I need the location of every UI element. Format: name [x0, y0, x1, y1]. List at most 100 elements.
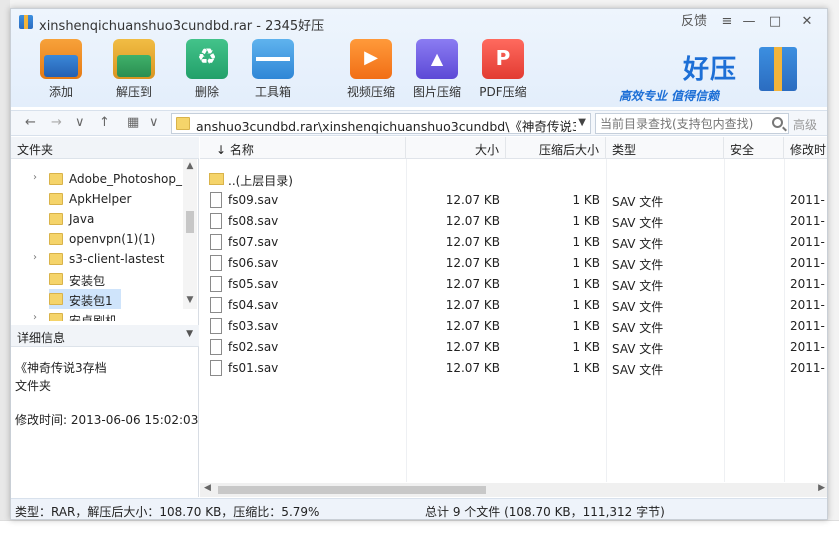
file-name: fs06.sav	[228, 256, 279, 270]
maximize-button[interactable]: □	[765, 13, 785, 31]
scroll-left-icon[interactable]: ◀	[204, 483, 211, 493]
brand-logo: 好压	[683, 55, 738, 85]
file-modified: 2011-	[790, 361, 825, 375]
tree-item-s3-client[interactable]: › s3-client-lastest	[11, 249, 183, 269]
tree-item-label: openvpn(1)(1)	[69, 232, 156, 246]
table-row[interactable]: fs05.sav 12.07 KB 1 KB SAV 文件 2011-	[200, 274, 827, 295]
video-compress-button[interactable]: 视频压缩	[341, 39, 401, 100]
scrollbar-thumb[interactable]	[186, 211, 194, 233]
file-type: SAV 文件	[612, 258, 664, 272]
folder-icon	[49, 293, 63, 305]
archive-info: 类型：RAR，解压后大小：108.70 KB，压缩比：5.79%	[15, 505, 320, 519]
file-icon	[210, 318, 222, 334]
extract-label: 解压到	[115, 85, 152, 99]
horizontal-scrollbar[interactable]: ◀ ▶	[200, 483, 827, 497]
tree-item-installers-1[interactable]: 安装包1	[49, 289, 121, 309]
add-label: 添加	[48, 85, 73, 99]
scroll-up-icon[interactable]: ▲	[183, 161, 197, 171]
pdf-compress-label: PDF压缩	[479, 85, 527, 99]
left-pane: 文件夹 › Adobe_Photoshop_ ApkHelper Java op…	[11, 137, 199, 497]
history-dropdown-icon[interactable]: ∨	[75, 115, 85, 130]
scrollbar-thumb[interactable]	[218, 486, 486, 494]
feedback-link[interactable]: 反馈	[679, 13, 709, 31]
file-name: fs04.sav	[228, 298, 279, 312]
menu-icon[interactable]: ≡	[717, 13, 737, 31]
image-compress-icon	[416, 39, 458, 79]
tree-item-adobe-photoshop[interactable]: › Adobe_Photoshop_	[11, 169, 183, 189]
delete-button[interactable]: 删除	[177, 39, 237, 100]
column-header-security[interactable]: 安全	[724, 137, 784, 159]
table-row[interactable]: fs08.sav 12.07 KB 1 KB SAV 文件 2011-	[200, 211, 827, 232]
path-field[interactable]: anshuo3cundbd.rar\xinshenqichuanshuo3cun…	[171, 113, 591, 134]
table-row[interactable]: fs02.sav 12.07 KB 1 KB SAV 文件 2011-	[200, 337, 827, 358]
file-size: 12.07 KB	[445, 277, 500, 291]
file-packed-size: 1 KB	[572, 214, 600, 228]
view-mode-icon[interactable]: ▦	[127, 115, 139, 130]
search-icon[interactable]	[772, 117, 783, 128]
video-compress-label: 视频压缩	[346, 85, 395, 99]
image-compress-label: 图片压缩	[412, 85, 461, 99]
table-row[interactable]: fs06.sav 12.07 KB 1 KB SAV 文件 2011-	[200, 253, 827, 274]
column-header-type[interactable]: 类型	[606, 137, 724, 159]
file-type: SAV 文件	[612, 300, 664, 314]
file-modified: 2011-	[790, 277, 825, 291]
file-modified: 2011-	[790, 193, 825, 207]
toolbox-button[interactable]: 工具箱	[243, 39, 303, 100]
file-packed-size: 1 KB	[572, 298, 600, 312]
tree-item-openvpn[interactable]: openvpn(1)(1)	[11, 229, 183, 249]
path-dropdown-icon[interactable]: ▼	[578, 117, 586, 128]
file-packed-size: 1 KB	[572, 340, 600, 354]
close-button[interactable]: ✕	[797, 13, 817, 31]
file-size: 12.07 KB	[445, 235, 500, 249]
expand-arrow-icon[interactable]: ›	[33, 252, 37, 263]
file-list: ↓ 名称 大小 压缩后大小 类型 安全 修改时 ..(上层目录) fs09.sa…	[200, 137, 827, 497]
table-row[interactable]: fs09.sav 12.07 KB 1 KB SAV 文件 2011-	[200, 190, 827, 211]
view-mode-dropdown-icon[interactable]: ∨	[149, 115, 159, 130]
file-size: 12.07 KB	[445, 193, 500, 207]
folder-icon	[49, 273, 63, 285]
detail-name: 《神奇传说3存档	[15, 361, 107, 375]
pdf-compress-button[interactable]: PDF压缩	[473, 39, 533, 100]
path-text: anshuo3cundbd.rar\xinshenqichuanshuo3cun…	[196, 119, 576, 134]
tree-item-label: s3-client-lastest	[69, 252, 165, 266]
table-row[interactable]: fs07.sav 12.07 KB 1 KB SAV 文件 2011-	[200, 232, 827, 253]
file-size: 12.07 KB	[445, 319, 500, 333]
column-header-modified[interactable]: 修改时	[784, 137, 827, 159]
tree-item-installers[interactable]: 安装包	[11, 269, 183, 289]
forward-icon[interactable]: →	[51, 115, 62, 130]
window-title: xinshenqichuanshuo3cundbd.rar - 2345好压	[39, 19, 325, 34]
table-row[interactable]: fs03.sav 12.07 KB 1 KB SAV 文件 2011-	[200, 316, 827, 337]
extract-button[interactable]: 解压到	[104, 39, 164, 100]
tree-scrollbar[interactable]: ▲ ▼	[183, 159, 197, 309]
column-header-size[interactable]: 大小	[406, 137, 506, 159]
column-header-packed-size[interactable]: 压缩后大小	[506, 137, 606, 159]
details-collapse-icon[interactable]: ▼	[186, 329, 193, 339]
details-header-label: 详细信息	[17, 331, 66, 345]
add-button[interactable]: 添加	[31, 39, 91, 100]
parent-directory-row[interactable]: ..(上层目录)	[200, 169, 827, 190]
tree-item-java[interactable]: Java	[11, 209, 183, 229]
tree-item-apkhelper[interactable]: ApkHelper	[11, 189, 183, 209]
file-icon	[210, 360, 222, 376]
tree-item-android-flash[interactable]: › 安卓刷机	[11, 309, 183, 321]
file-icon	[210, 234, 222, 250]
minimize-button[interactable]: —	[739, 13, 759, 31]
expand-arrow-icon[interactable]: ›	[33, 172, 37, 183]
search-input[interactable]	[600, 116, 765, 132]
column-header-name[interactable]: ↓ 名称	[200, 137, 406, 159]
table-row[interactable]: fs04.sav 12.07 KB 1 KB SAV 文件 2011-	[200, 295, 827, 316]
scroll-down-icon[interactable]: ▼	[183, 295, 197, 305]
tree-item-label: 安卓刷机	[69, 314, 118, 321]
scroll-right-icon[interactable]: ▶	[818, 483, 825, 493]
back-icon[interactable]: ←	[25, 115, 36, 130]
image-compress-button[interactable]: 图片压缩	[407, 39, 467, 100]
expand-arrow-icon[interactable]: ›	[33, 312, 37, 321]
file-size: 12.07 KB	[445, 340, 500, 354]
column-label: 名称	[229, 143, 254, 157]
up-folder-icon[interactable]: ↑	[99, 115, 110, 130]
tree-item-label: Java	[69, 212, 95, 226]
table-row[interactable]: fs01.sav 12.07 KB 1 KB SAV 文件 2011-	[200, 358, 827, 379]
background-window-bottom	[0, 520, 839, 537]
search-box	[595, 113, 789, 134]
advanced-search-button[interactable]: 高级	[793, 116, 817, 133]
